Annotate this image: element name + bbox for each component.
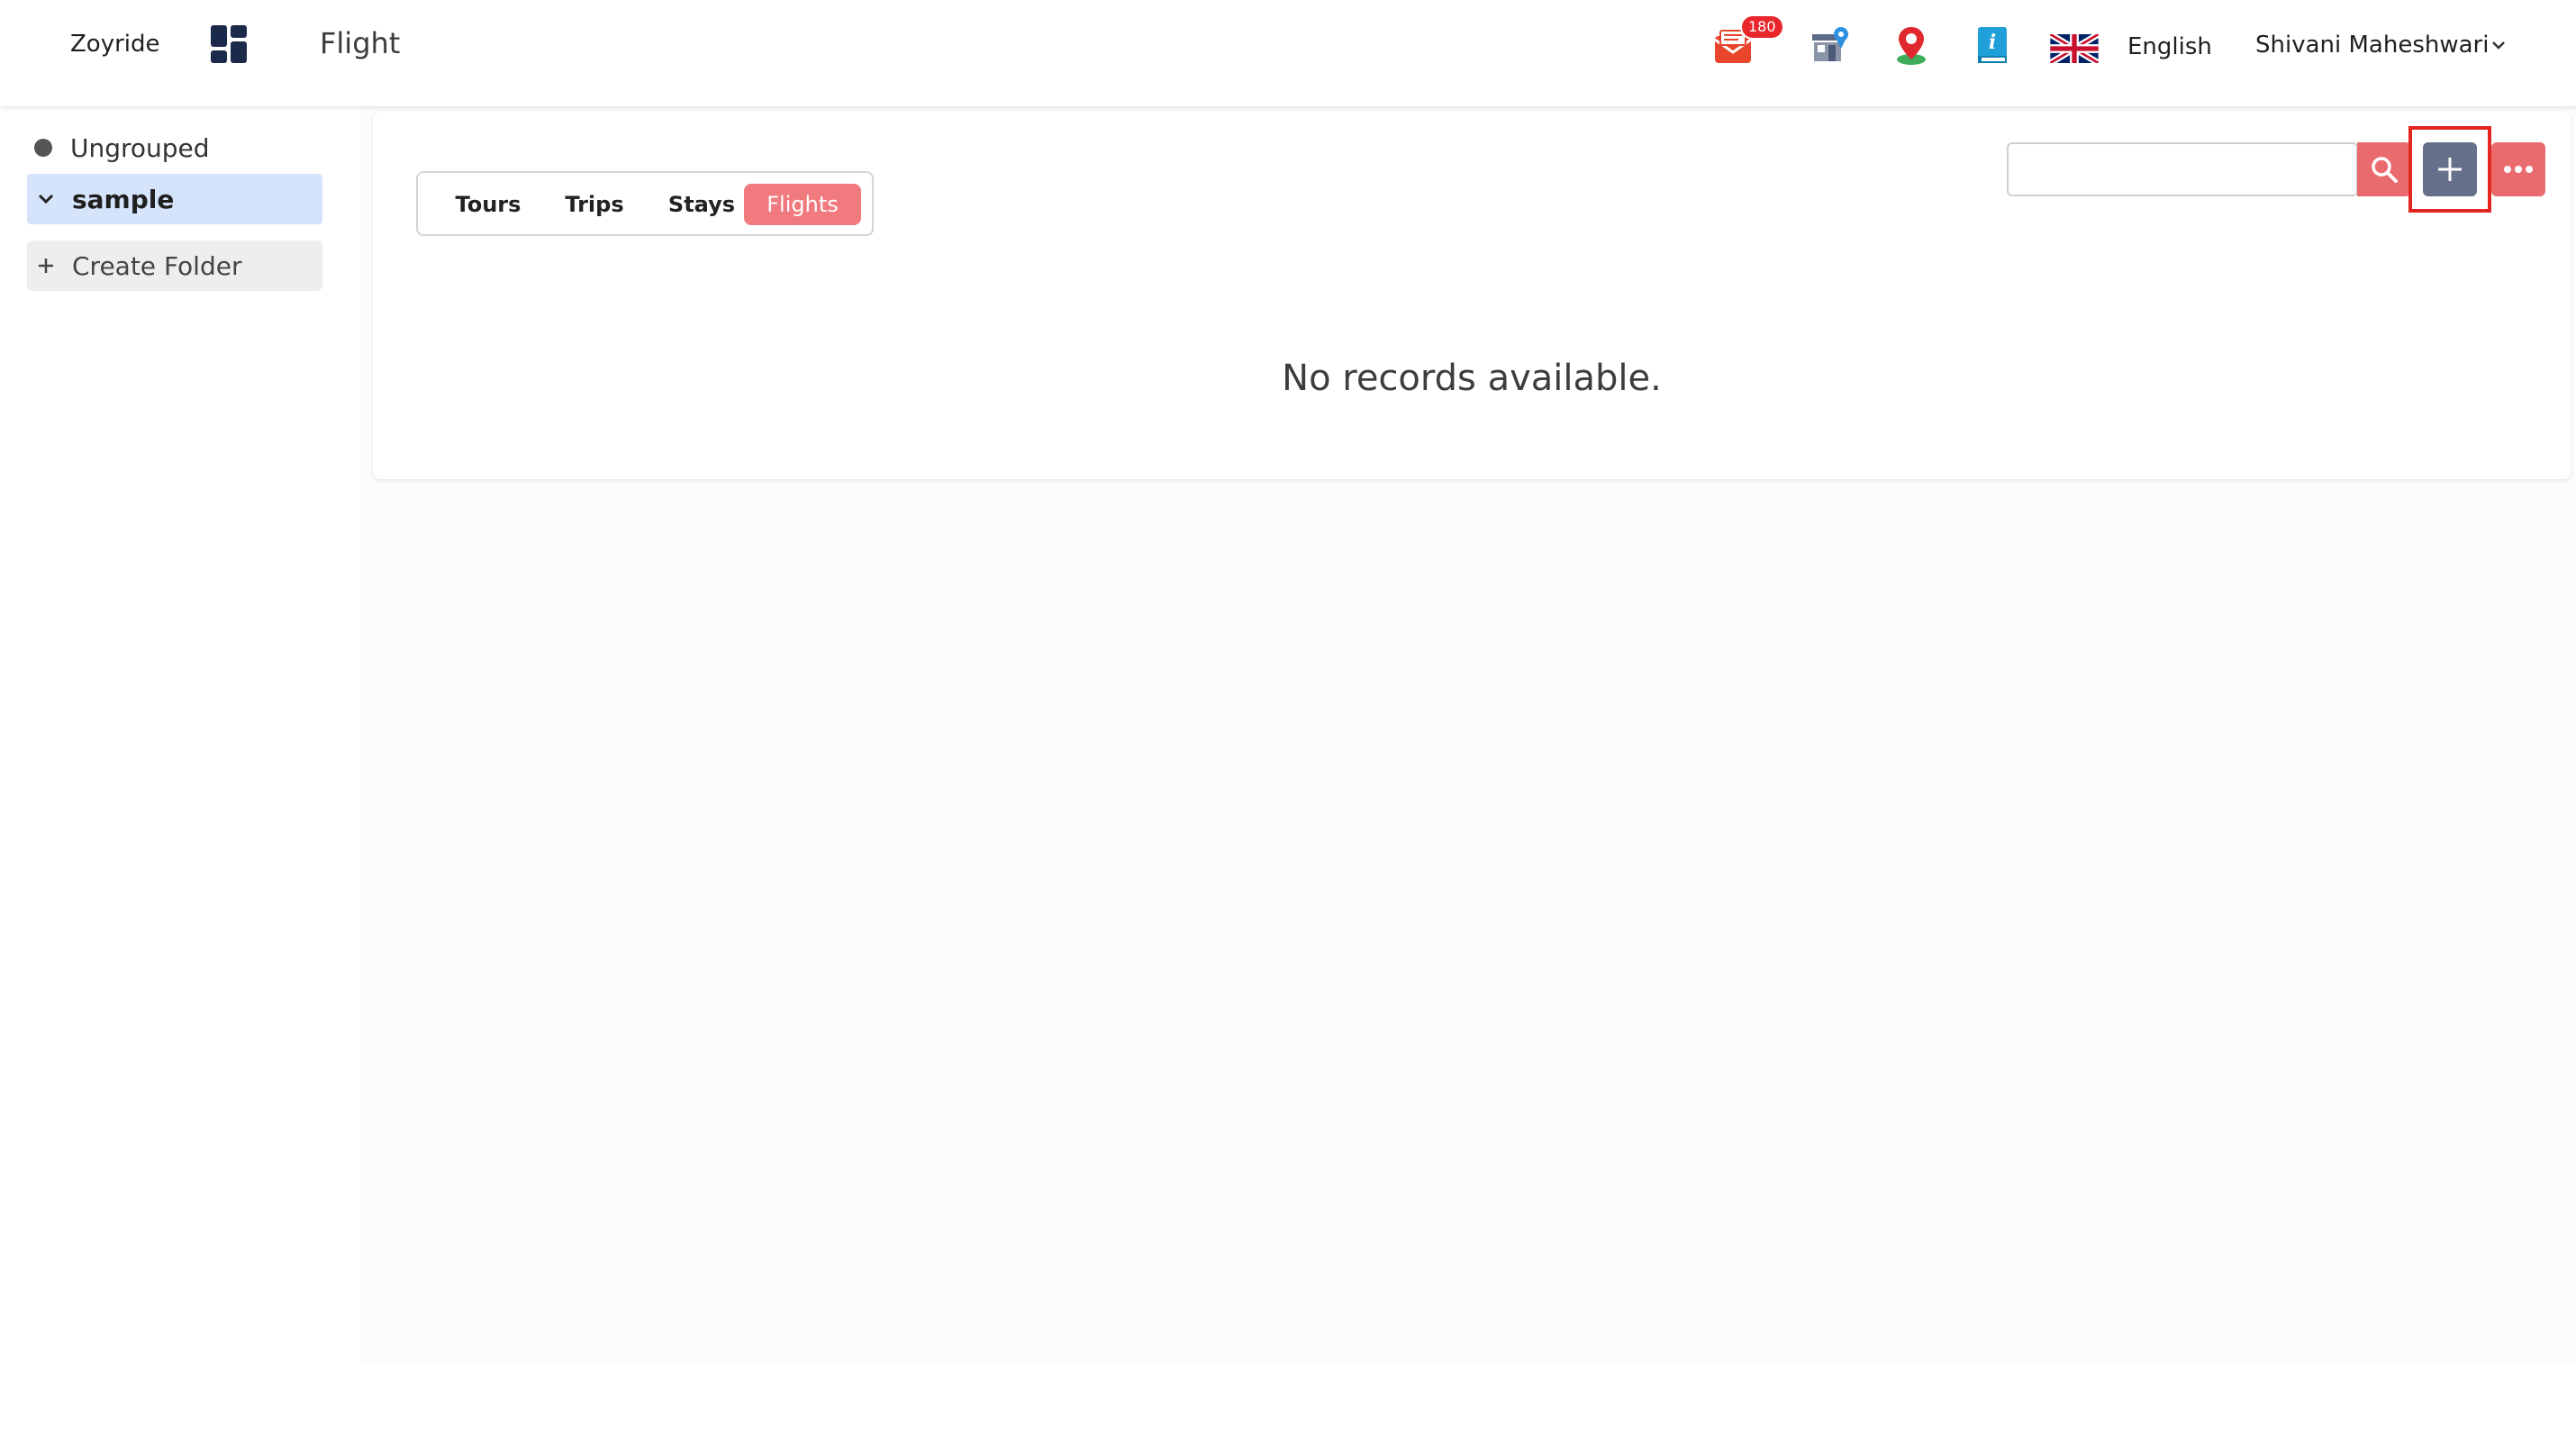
add-record-button[interactable] (2423, 142, 2477, 196)
more-options-button[interactable] (2491, 142, 2545, 196)
store-location-icon[interactable] (1809, 23, 1852, 67)
tab-tours[interactable]: Tours (436, 184, 540, 225)
tab-flights[interactable]: Flights (744, 184, 861, 225)
create-folder-label: Create Folder (72, 250, 242, 281)
search-button[interactable] (2357, 142, 2411, 196)
folder-label: Ungrouped (70, 132, 210, 163)
plus-icon (39, 259, 53, 273)
search-input[interactable] (2007, 142, 2358, 196)
create-folder-button[interactable]: Create Folder (27, 240, 322, 291)
chevron-down-icon[interactable] (2490, 38, 2508, 52)
folder-sidebar (0, 106, 360, 1452)
tab-stays[interactable]: Stays (649, 184, 755, 225)
app-root: Zoyride Flight 180 i English Shivani Mah… (0, 0, 2576, 1452)
tab-trips[interactable]: Trips (544, 184, 645, 225)
plus-icon (2438, 158, 2462, 181)
folder-dot-icon (34, 139, 52, 157)
folder-item-ungrouped[interactable]: Ungrouped (27, 123, 322, 173)
uk-flag-icon[interactable] (2050, 34, 2099, 63)
grid-dashboard-icon[interactable] (211, 25, 249, 63)
chevron-down-icon[interactable] (36, 192, 56, 206)
brand-name[interactable]: Zoyride (70, 31, 160, 58)
user-menu[interactable]: Shivani Maheshwari (2255, 30, 2489, 60)
folder-label: sample (72, 184, 175, 214)
info-book-icon[interactable]: i (1971, 23, 2014, 67)
more-dots-icon (2504, 166, 2533, 173)
map-pin-icon[interactable] (1890, 23, 1933, 67)
page-title: Flight (320, 26, 401, 60)
category-tabs: Tours Trips Stays Flights (416, 171, 874, 236)
top-header: Zoyride Flight 180 i English Shivani Mah… (0, 0, 2576, 106)
svg-text:i: i (1989, 31, 1996, 54)
folder-item-sample[interactable]: sample (27, 174, 322, 224)
notification-badge: 180 (1740, 14, 1784, 40)
search-icon (2372, 157, 2398, 183)
empty-state-message: No records available. (1282, 358, 1662, 399)
language-selector[interactable]: English (2127, 32, 2212, 61)
